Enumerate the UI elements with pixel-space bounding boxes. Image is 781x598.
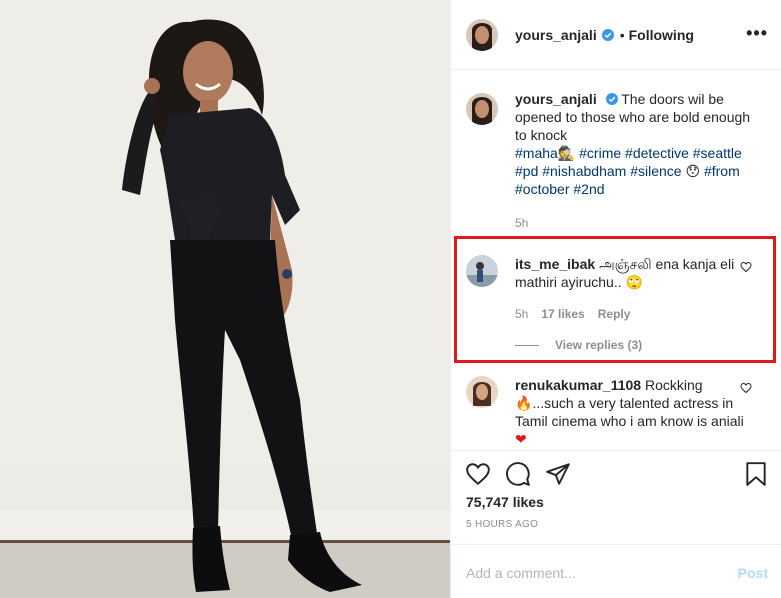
view-replies-label: View replies (3) [555, 338, 643, 352]
caption-body: yours_anjali The doors wil be opened to … [515, 90, 765, 232]
post-caption: yours_anjali The doors wil be opened to … [466, 90, 766, 232]
profile-picture-icon [466, 376, 498, 408]
bookmark-icon[interactable] [743, 461, 769, 487]
verified-badge-icon [601, 28, 614, 41]
add-comment-input[interactable]: Add a comment... [466, 565, 576, 581]
reply-button[interactable]: Reply [598, 305, 631, 323]
comment-meta: 5h 17 likes Reply [515, 305, 745, 323]
comment-body: its_me_ibak அஞ்சலி ena kanja eli mathiri… [515, 255, 745, 323]
comment-timestamp[interactable]: 5h [515, 305, 528, 323]
replies-divider [515, 344, 539, 346]
avatar[interactable] [466, 376, 498, 408]
post-header: yours_anjali • Following ••• [451, 0, 781, 70]
caption-timestamp[interactable]: 5h [515, 214, 765, 232]
red-heart-emoji: ❤ [515, 431, 527, 447]
fire-emoji: 🔥 [515, 395, 533, 411]
comment-text-continued: ...such a very talented actress in Tamil… [515, 395, 744, 429]
more-horizontal-icon[interactable]: ••• [746, 24, 768, 42]
hashtag-link[interactable]: #maha [515, 145, 558, 161]
add-comment-bar: Add a comment... Post [451, 544, 781, 598]
comment-icon[interactable] [505, 461, 531, 487]
post-timestamp[interactable]: 5 HOURS AGO [466, 519, 538, 530]
action-bar [451, 450, 781, 498]
avatar[interactable] [466, 18, 498, 51]
post-side-panel: yours_anjali • Following ••• yours_anjal… [450, 0, 781, 598]
profile-picture-icon [466, 255, 498, 287]
avatar[interactable] [466, 93, 498, 125]
detective-emoji: 🕵 [557, 145, 576, 161]
share-icon[interactable] [545, 461, 571, 487]
comment-text: Rockking [644, 377, 703, 393]
caption-username[interactable]: yours_anjali [515, 91, 597, 107]
woman-photo-image [0, 0, 450, 598]
post-photo[interactable] [0, 0, 450, 598]
post-comment-button[interactable]: Post [738, 565, 768, 581]
verified-badge-icon [605, 93, 618, 105]
hushed-emoji: 😯 [685, 163, 701, 179]
comment-its-me-ibak: its_me_ibak அஞ்சலி ena kanja eli mathiri… [466, 255, 766, 323]
profile-picture-icon [466, 93, 498, 125]
comment-likes[interactable]: 17 likes [541, 305, 584, 323]
header-separator: • [619, 26, 625, 43]
comment-username[interactable]: its_me_ibak [515, 256, 595, 272]
like-comment-heart-icon[interactable] [740, 382, 752, 394]
header-username[interactable]: yours_anjali [515, 27, 597, 43]
like-comment-heart-icon[interactable] [740, 261, 752, 273]
view-replies-button[interactable]: View replies (3) [515, 338, 642, 352]
avatar[interactable] [466, 255, 498, 287]
heart-icon[interactable] [465, 461, 491, 487]
comment-username[interactable]: renukakumar_1108 [515, 377, 641, 393]
comment-body: renukakumar_1108 Rockking 🔥...such a ver… [515, 376, 745, 448]
following-button[interactable]: Following [629, 27, 694, 43]
comment-renukakumar: renukakumar_1108 Rockking 🔥...such a ver… [466, 376, 766, 448]
eye-roll-emoji: 🙄 [625, 274, 643, 290]
profile-picture-icon [466, 18, 498, 51]
instagram-post: yours_anjali • Following ••• yours_anjal… [0, 0, 781, 598]
likes-count[interactable]: 75,747 likes [466, 494, 544, 510]
